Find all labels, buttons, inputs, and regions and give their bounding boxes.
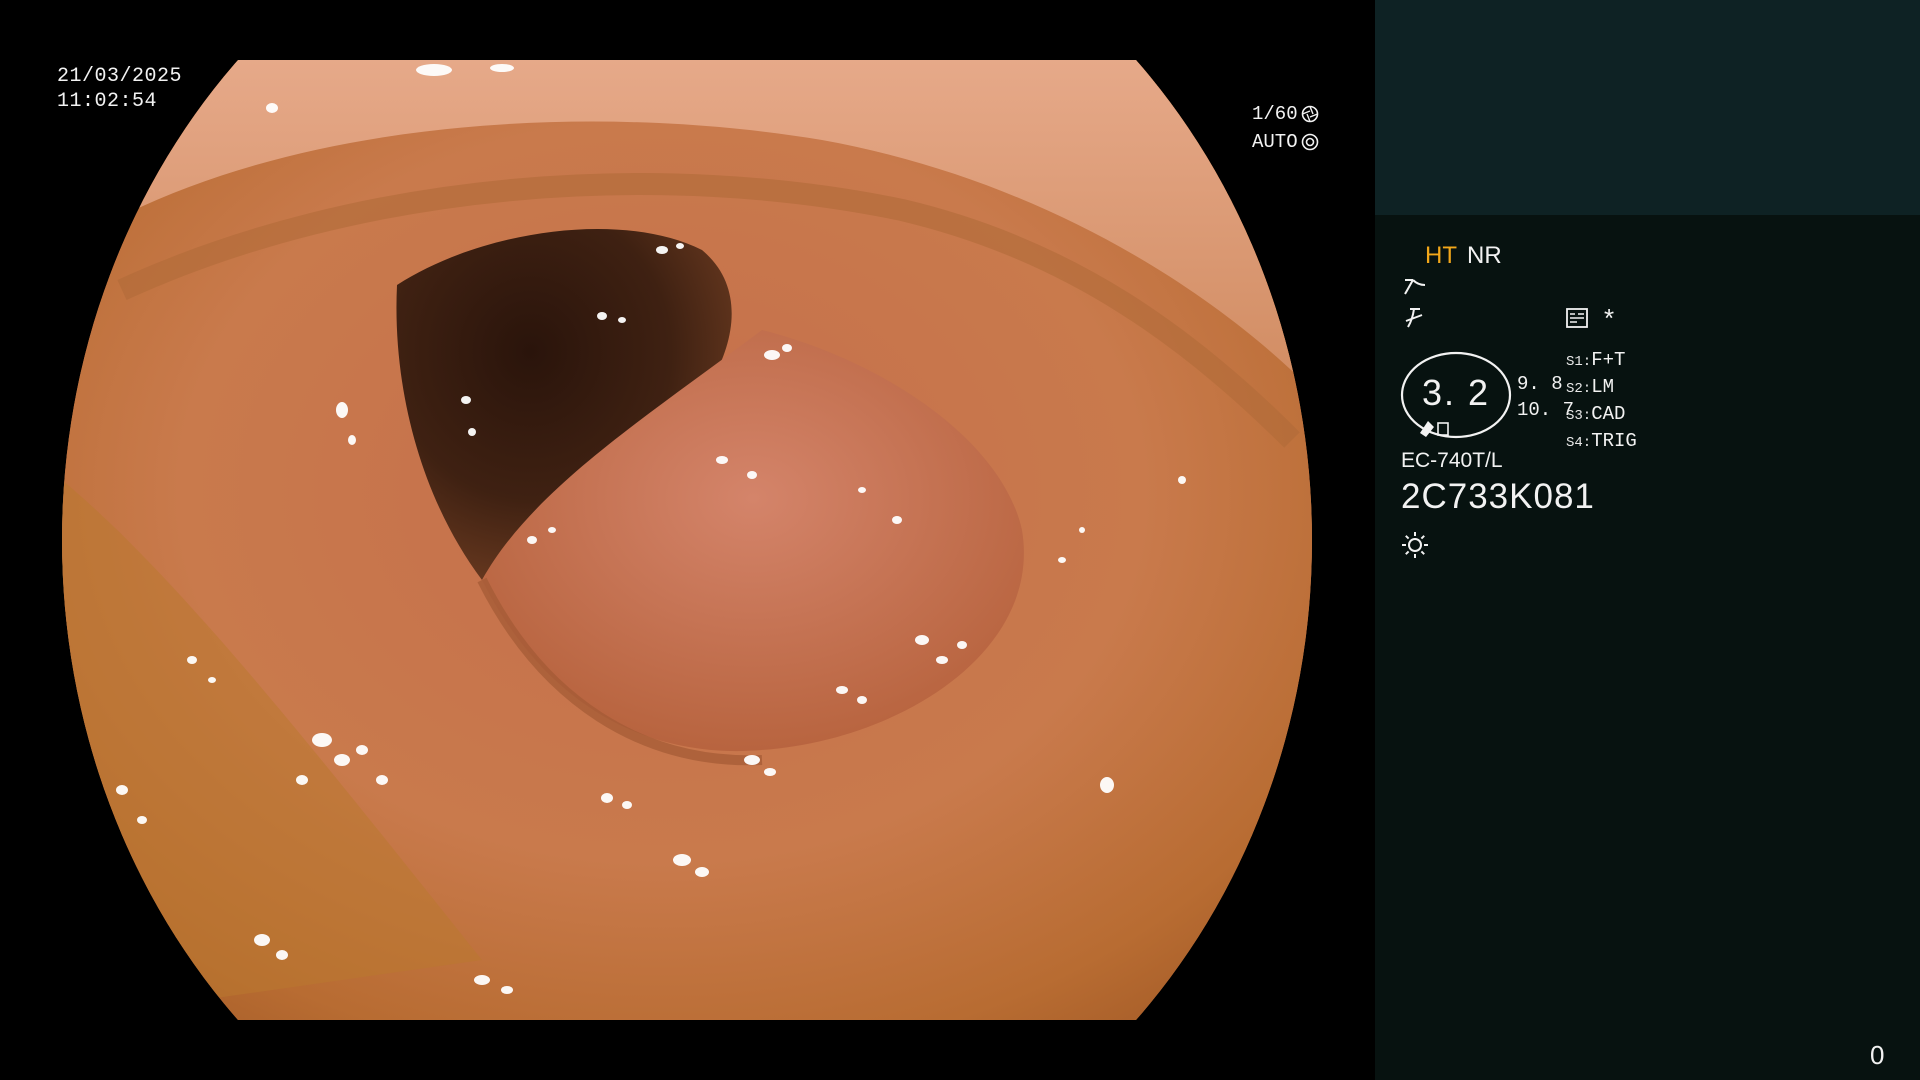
aperture-icon (1301, 105, 1318, 123)
date-time-overlay: 21/03/2025 11:02:54 (57, 64, 182, 114)
scope-serial: 2C733K081 (1401, 477, 1595, 516)
exposure-mode-label: AUTO (1252, 131, 1298, 153)
switch-s2: S2:LM (1566, 376, 1615, 398)
ht-mode-label: HT (1425, 242, 1457, 269)
switch-s4: S4:TRIG (1566, 430, 1637, 452)
endoscopy-monitor: 21/03/2025 11:02:54 1/60 AUTO HT NR * 3.… (0, 0, 1920, 1080)
shutter-speed-label: 1/60 (1252, 103, 1298, 125)
date-label: 21/03/2025 (57, 65, 183, 88)
zoom-value: 3. 2 (1421, 372, 1491, 413)
info-panel: HT NR * 3. 2 9. 8 10. 7 S1:F+T S2:LM S3:… (1375, 0, 1920, 1080)
light-source-icon (1402, 532, 1428, 558)
switch-s1: S1:F+T (1566, 349, 1626, 371)
time-label: 11:02:54 (57, 90, 158, 113)
capture-star: * (1604, 303, 1615, 333)
structure-enhance-icon (1404, 279, 1426, 295)
image-counter: 0 (1870, 1040, 1885, 1070)
iris-icon (1301, 133, 1318, 151)
scope-model: EC-740T/L (1401, 449, 1503, 472)
scope-switch-assignments: S1:F+T S2:LM S3:CAD S4:TRIG (1566, 348, 1637, 456)
colon-lumen-image (62, 60, 1312, 1020)
contrast-icon (1405, 308, 1423, 328)
nr-mode-label: NR (1467, 242, 1502, 269)
exposure-overlay: 1/60 AUTO (1252, 100, 1319, 156)
memory-card-icon (1566, 308, 1588, 328)
endoscope-image (62, 60, 1312, 1020)
image-mode-row: HT NR (1425, 242, 1502, 270)
switch-s3: S3:CAD (1566, 403, 1626, 425)
panel-header-area (1375, 0, 1920, 215)
